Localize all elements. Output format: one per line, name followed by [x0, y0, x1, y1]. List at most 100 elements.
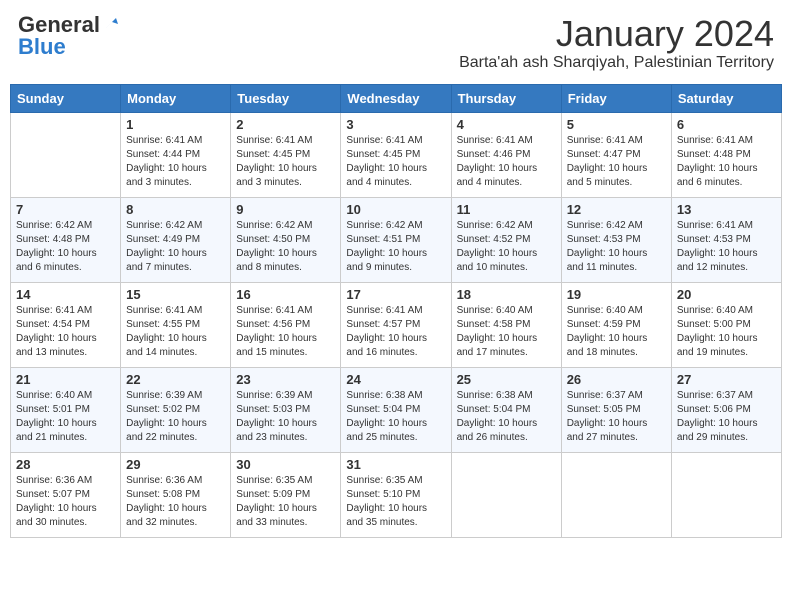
- col-header-sunday: Sunday: [11, 84, 121, 112]
- day-number: 11: [457, 202, 556, 217]
- day-cell: 10 Sunrise: 6:42 AMSunset: 4:51 PMDayligh…: [341, 197, 451, 282]
- page-header: General Blue January 2024 Barta'ah ash S…: [10, 10, 782, 76]
- col-header-thursday: Thursday: [451, 84, 561, 112]
- day-number: 22: [126, 372, 225, 387]
- day-number: 24: [346, 372, 445, 387]
- day-number: 26: [567, 372, 666, 387]
- day-info: Sunrise: 6:37 AMSunset: 5:05 PMDaylight:…: [567, 389, 666, 445]
- day-info: Sunrise: 6:36 AMSunset: 5:08 PMDaylight:…: [126, 474, 225, 530]
- day-info: Sunrise: 6:42 AMSunset: 4:50 PMDaylight:…: [236, 219, 335, 275]
- day-cell: 5 Sunrise: 6:41 AMSunset: 4:47 PMDaylight…: [561, 112, 671, 197]
- day-number: 5: [567, 117, 666, 132]
- day-cell: 9 Sunrise: 6:42 AMSunset: 4:50 PMDaylight…: [231, 197, 341, 282]
- day-info: Sunrise: 6:38 AMSunset: 5:04 PMDaylight:…: [346, 389, 445, 445]
- day-info: Sunrise: 6:38 AMSunset: 5:04 PMDaylight:…: [457, 389, 556, 445]
- day-cell: 13Sunrise: 6:41 AMSunset: 4:53 PMDayligh…: [671, 197, 781, 282]
- day-number: 3: [346, 117, 445, 132]
- day-cell: 1Sunrise: 6:41 AMSunset: 4:44 PMDaylight…: [121, 112, 231, 197]
- day-info: Sunrise: 6:41 AMSunset: 4:47 PMDaylight:…: [567, 134, 666, 190]
- day-info: Sunrise: 6:42 AMSunset: 4:51 PMDaylight:…: [346, 219, 445, 275]
- week-row-5: 28 Sunrise: 6:36 AMSunset: 5:07 PMDayligh…: [11, 452, 782, 537]
- day-cell: 7 Sunrise: 6:42 AMSunset: 4:48 PMDaylight…: [11, 197, 121, 282]
- day-cell: 20 Sunrise: 6:40 AMSunset: 5:00 PMDayligh…: [671, 282, 781, 367]
- day-number: 29: [126, 457, 225, 472]
- day-number: 25: [457, 372, 556, 387]
- day-cell: 12 Sunrise: 6:42 AMSunset: 4:53 PMDayligh…: [561, 197, 671, 282]
- day-info: Sunrise: 6:41 AMSunset: 4:45 PMDaylight:…: [346, 134, 445, 190]
- col-header-friday: Friday: [561, 84, 671, 112]
- logo-blue-text: Blue: [18, 36, 66, 58]
- day-cell: 30Sunrise: 6:35 AMSunset: 5:09 PMDayligh…: [231, 452, 341, 537]
- day-cell: 25 Sunrise: 6:38 AMSunset: 5:04 PMDayligh…: [451, 367, 561, 452]
- day-info: Sunrise: 6:42 AMSunset: 4:52 PMDaylight:…: [457, 219, 556, 275]
- month-title: January 2024: [459, 14, 774, 54]
- day-info: Sunrise: 6:36 AMSunset: 5:07 PMDaylight:…: [16, 474, 115, 530]
- day-number: 12: [567, 202, 666, 217]
- day-info: Sunrise: 6:41 AMSunset: 4:44 PMDaylight:…: [126, 134, 225, 190]
- logo: General Blue: [18, 14, 120, 58]
- header-row: SundayMondayTuesdayWednesdayThursdayFrid…: [11, 84, 782, 112]
- day-info: Sunrise: 6:41 AMSunset: 4:48 PMDaylight:…: [677, 134, 776, 190]
- day-number: 8: [126, 202, 225, 217]
- title-block: January 2024 Barta'ah ash Sharqiyah, Pal…: [459, 14, 774, 72]
- day-number: 14: [16, 287, 115, 302]
- day-cell: 8Sunrise: 6:42 AMSunset: 4:49 PMDaylight…: [121, 197, 231, 282]
- day-cell: 15Sunrise: 6:41 AMSunset: 4:55 PMDayligh…: [121, 282, 231, 367]
- day-info: Sunrise: 6:41 AMSunset: 4:46 PMDaylight:…: [457, 134, 556, 190]
- day-number: 27: [677, 372, 776, 387]
- day-number: 4: [457, 117, 556, 132]
- day-number: 31: [346, 457, 445, 472]
- day-info: Sunrise: 6:40 AMSunset: 5:00 PMDaylight:…: [677, 304, 776, 360]
- day-number: 20: [677, 287, 776, 302]
- day-cell: 18Sunrise: 6:40 AMSunset: 4:58 PMDayligh…: [451, 282, 561, 367]
- day-info: Sunrise: 6:42 AMSunset: 4:53 PMDaylight:…: [567, 219, 666, 275]
- day-info: Sunrise: 6:41 AMSunset: 4:56 PMDaylight:…: [236, 304, 335, 360]
- day-number: 19: [567, 287, 666, 302]
- day-info: Sunrise: 6:40 AMSunset: 4:59 PMDaylight:…: [567, 304, 666, 360]
- day-cell: 22 Sunrise: 6:39 AMSunset: 5:02 PMDayligh…: [121, 367, 231, 452]
- day-info: Sunrise: 6:39 AMSunset: 5:02 PMDaylight:…: [126, 389, 225, 445]
- day-number: 17: [346, 287, 445, 302]
- day-number: 28: [16, 457, 115, 472]
- day-info: Sunrise: 6:41 AMSunset: 4:45 PMDaylight:…: [236, 134, 335, 190]
- day-cell: 19 Sunrise: 6:40 AMSunset: 4:59 PMDayligh…: [561, 282, 671, 367]
- day-number: 9: [236, 202, 335, 217]
- day-number: 21: [16, 372, 115, 387]
- day-info: Sunrise: 6:39 AMSunset: 5:03 PMDaylight:…: [236, 389, 335, 445]
- col-header-wednesday: Wednesday: [341, 84, 451, 112]
- day-info: Sunrise: 6:41 AMSunset: 4:55 PMDaylight:…: [126, 304, 225, 360]
- week-row-1: 1Sunrise: 6:41 AMSunset: 4:44 PMDaylight…: [11, 112, 782, 197]
- day-number: 16: [236, 287, 335, 302]
- week-row-2: 7 Sunrise: 6:42 AMSunset: 4:48 PMDaylight…: [11, 197, 782, 282]
- day-number: 2: [236, 117, 335, 132]
- day-info: Sunrise: 6:41 AMSunset: 4:57 PMDaylight:…: [346, 304, 445, 360]
- day-cell: 6 Sunrise: 6:41 AMSunset: 4:48 PMDaylight…: [671, 112, 781, 197]
- logo-bird-icon: [102, 14, 120, 32]
- location-title: Barta'ah ash Sharqiyah, Palestinian Terr…: [459, 54, 774, 72]
- day-cell: 3 Sunrise: 6:41 AMSunset: 4:45 PMDaylight…: [341, 112, 451, 197]
- day-info: Sunrise: 6:35 AMSunset: 5:09 PMDaylight:…: [236, 474, 335, 530]
- day-number: 18: [457, 287, 556, 302]
- day-cell: 21 Sunrise: 6:40 AMSunset: 5:01 PMDayligh…: [11, 367, 121, 452]
- day-cell: [561, 452, 671, 537]
- day-info: Sunrise: 6:37 AMSunset: 5:06 PMDaylight:…: [677, 389, 776, 445]
- week-row-3: 14 Sunrise: 6:41 AMSunset: 4:54 PMDayligh…: [11, 282, 782, 367]
- day-number: 7: [16, 202, 115, 217]
- day-info: Sunrise: 6:41 AMSunset: 4:53 PMDaylight:…: [677, 219, 776, 275]
- day-cell: 11 Sunrise: 6:42 AMSunset: 4:52 PMDayligh…: [451, 197, 561, 282]
- day-info: Sunrise: 6:41 AMSunset: 4:54 PMDaylight:…: [16, 304, 115, 360]
- col-header-saturday: Saturday: [671, 84, 781, 112]
- col-header-monday: Monday: [121, 84, 231, 112]
- calendar-table: SundayMondayTuesdayWednesdayThursdayFrid…: [10, 84, 782, 538]
- day-cell: 27 Sunrise: 6:37 AMSunset: 5:06 PMDayligh…: [671, 367, 781, 452]
- day-info: Sunrise: 6:42 AMSunset: 4:48 PMDaylight:…: [16, 219, 115, 275]
- day-info: Sunrise: 6:40 AMSunset: 5:01 PMDaylight:…: [16, 389, 115, 445]
- day-number: 10: [346, 202, 445, 217]
- day-number: 23: [236, 372, 335, 387]
- day-cell: 28 Sunrise: 6:36 AMSunset: 5:07 PMDayligh…: [11, 452, 121, 537]
- day-cell: 4 Sunrise: 6:41 AMSunset: 4:46 PMDaylight…: [451, 112, 561, 197]
- day-cell: 29 Sunrise: 6:36 AMSunset: 5:08 PMDayligh…: [121, 452, 231, 537]
- day-number: 6: [677, 117, 776, 132]
- day-cell: 16 Sunrise: 6:41 AMSunset: 4:56 PMDayligh…: [231, 282, 341, 367]
- day-cell: [451, 452, 561, 537]
